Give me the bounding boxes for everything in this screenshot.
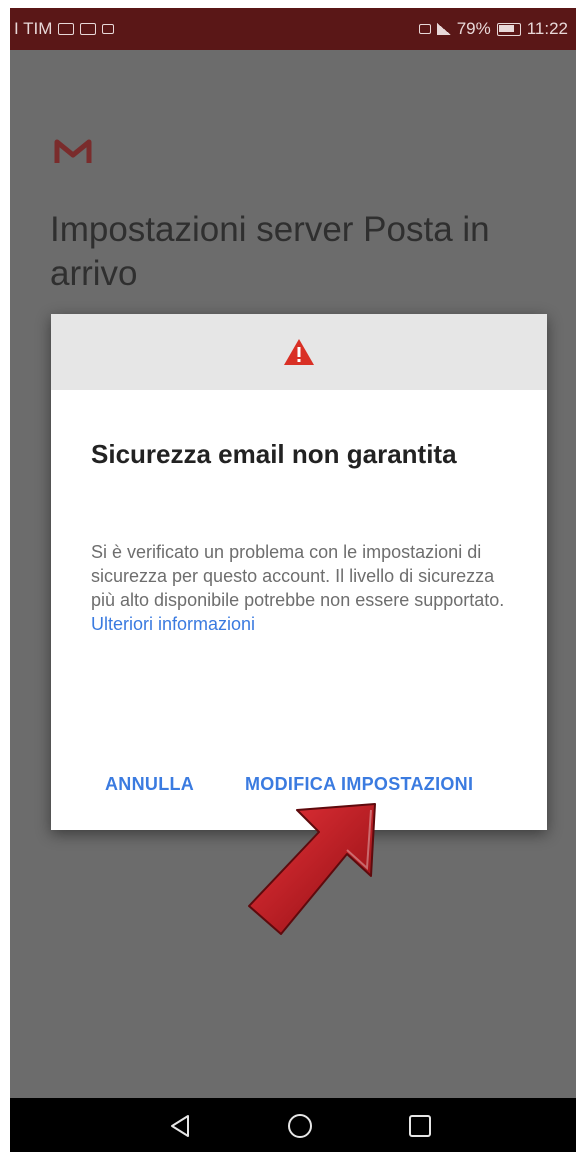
mail-notification-icon [80,23,97,35]
gmail-m-icon [54,138,92,171]
signal-icon [436,23,451,35]
nfc-icon [418,24,431,34]
screen-title: Impostazioni server Posta in arrivo [50,210,490,293]
carrier-label: I TIM [14,19,53,38]
back-triangle-icon[interactable] [160,1106,200,1146]
modify-settings-button[interactable]: MODIFICA IMPOSTAZIONI [245,774,473,795]
dialog-body-text: Si è verificato un problema con le impos… [91,542,505,610]
status-bar: I TIM 79% 11:22 [10,8,576,50]
recent-apps-square-icon[interactable] [400,1106,440,1146]
cancel-button[interactable]: ANNULLA [105,774,194,795]
red-pointer-arrow-icon [235,798,385,953]
home-circle-icon[interactable] [280,1106,320,1146]
cast-icon [102,24,115,34]
learn-more-link[interactable]: Ulteriori informazioni [91,614,255,634]
security-warning-dialog: Sicurezza email non garantita Si è verif… [51,314,547,830]
battery-icon [496,22,521,36]
battery-percent: 79% [456,19,491,38]
notification-icon [58,23,75,35]
warning-triangle-icon [284,339,314,365]
status-left: I TIM [14,19,115,39]
navigation-bar [10,1098,576,1152]
dialog-title: Sicurezza email non garantita [91,439,457,469]
dialog-message: Si è verificato un problema con le impos… [91,540,511,636]
status-right: 79% 11:22 [418,19,568,39]
clock: 11:22 [526,19,568,38]
dialog-header [51,314,547,390]
phone-screen: I TIM 79% 11:22 Impostazioni server Post… [10,8,576,1152]
